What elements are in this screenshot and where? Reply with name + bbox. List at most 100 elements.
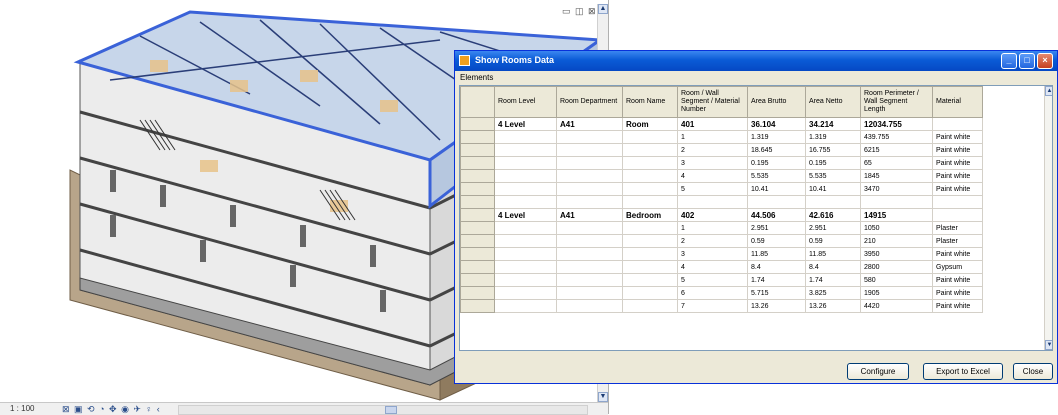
cell-number[interactable]: 4: [677, 260, 748, 274]
cell-perimeter[interactable]: 1050: [860, 221, 933, 235]
cell-room-department[interactable]: [556, 299, 623, 313]
cell-area-netto[interactable]: 34.214: [805, 117, 861, 131]
cell-room-name[interactable]: [622, 299, 678, 313]
cell-room-department[interactable]: [556, 195, 623, 209]
cell-room-name[interactable]: [622, 182, 678, 196]
column-header-area-netto[interactable]: Area Netto: [805, 86, 861, 118]
cell-material[interactable]: Plaster: [932, 234, 983, 248]
row-selector[interactable]: [460, 247, 495, 261]
maximize-icon[interactable]: □: [1019, 53, 1035, 69]
table-row[interactable]: 4 5.535 5.535 1845 Paint white: [460, 169, 983, 183]
row-selector[interactable]: [460, 143, 495, 157]
menu-elements[interactable]: Elements: [460, 73, 493, 82]
cell-number[interactable]: 3: [677, 247, 748, 261]
table-row[interactable]: 7 13.26 13.26 4420 Paint white: [460, 299, 983, 313]
row-selector[interactable]: [460, 182, 495, 196]
cell-area-netto[interactable]: 0.195: [805, 156, 861, 170]
cell-room-name[interactable]: [622, 195, 678, 209]
cell-room-level[interactable]: 4 Level: [494, 208, 557, 222]
cell-area-brutto[interactable]: 36.104: [747, 117, 806, 131]
table-row[interactable]: 4 Level A41 Room 401 36.104 34.214 12034.755: [460, 117, 983, 131]
table-row[interactable]: 4 8.4 8.4 2800 Gypsum: [460, 260, 983, 274]
cell-number[interactable]: 1: [677, 130, 748, 144]
cell-room-department[interactable]: [556, 182, 623, 196]
cell-perimeter[interactable]: 12034.755: [860, 117, 933, 131]
table-row[interactable]: [460, 195, 983, 209]
cell-area-brutto[interactable]: 5.535: [747, 169, 806, 183]
close-icon[interactable]: ×: [1037, 53, 1053, 69]
column-header-material[interactable]: Material: [932, 86, 983, 118]
row-selector[interactable]: [460, 273, 495, 287]
cell-room-name[interactable]: [622, 130, 678, 144]
row-selector[interactable]: [460, 208, 495, 222]
cell-number[interactable]: 1: [677, 221, 748, 235]
cell-area-brutto[interactable]: 10.41: [747, 182, 806, 196]
cell-number[interactable]: 7: [677, 299, 748, 313]
cell-area-brutto[interactable]: 8.4: [747, 260, 806, 274]
cell-area-brutto[interactable]: 1.74: [747, 273, 806, 287]
cell-area-brutto[interactable]: 11.85: [747, 247, 806, 261]
cell-room-department[interactable]: [556, 143, 623, 157]
cell-area-brutto[interactable]: 0.195: [747, 156, 806, 170]
cell-area-netto[interactable]: 42.616: [805, 208, 861, 222]
cell-room-level[interactable]: [494, 273, 557, 287]
cell-area-netto[interactable]: 1.74: [805, 273, 861, 287]
cell-material[interactable]: Paint white: [932, 286, 983, 300]
scroll-down-icon[interactable]: ▼: [598, 392, 608, 402]
cell-material[interactable]: Paint white: [932, 247, 983, 261]
column-header-room-name[interactable]: Room Name: [622, 86, 678, 118]
grid-scroll-up-icon[interactable]: ▲: [1045, 86, 1052, 96]
row-selector[interactable]: [460, 299, 495, 313]
cell-number[interactable]: 5: [677, 182, 748, 196]
cell-material[interactable]: Paint white: [932, 130, 983, 144]
table-row[interactable]: 3 11.85 11.85 3950 Paint white: [460, 247, 983, 261]
cell-room-level[interactable]: [494, 143, 557, 157]
cell-material[interactable]: Paint white: [932, 156, 983, 170]
cell-room-department[interactable]: [556, 234, 623, 248]
cell-area-brutto[interactable]: 5.715: [747, 286, 806, 300]
view-scale[interactable]: 1 : 100: [10, 404, 34, 413]
cell-material[interactable]: Paint white: [932, 299, 983, 313]
cell-room-name[interactable]: [622, 286, 678, 300]
cell-room-department[interactable]: A41: [556, 117, 623, 131]
cell-room-name[interactable]: [622, 143, 678, 157]
cell-room-level[interactable]: [494, 156, 557, 170]
cell-area-brutto[interactable]: 13.26: [747, 299, 806, 313]
close-button[interactable]: Close: [1013, 363, 1053, 380]
cell-area-netto[interactable]: 2.951: [805, 221, 861, 235]
column-header-room-level[interactable]: Room Level: [494, 86, 557, 118]
cell-material[interactable]: Paint white: [932, 169, 983, 183]
cell-area-netto[interactable]: 16.755: [805, 143, 861, 157]
row-selector[interactable]: [460, 286, 495, 300]
cell-perimeter[interactable]: 3950: [860, 247, 933, 261]
cell-room-level[interactable]: [494, 195, 557, 209]
minimize-icon[interactable]: _: [1001, 53, 1017, 69]
row-selector[interactable]: [460, 234, 495, 248]
cell-material[interactable]: [932, 195, 983, 209]
cell-perimeter[interactable]: 439.755: [860, 130, 933, 144]
table-row[interactable]: 5 1.74 1.74 580 Paint white: [460, 273, 983, 287]
row-selector[interactable]: [460, 169, 495, 183]
scroll-thumb[interactable]: [385, 406, 397, 414]
table-row[interactable]: 3 0.195 0.195 65 Paint white: [460, 156, 983, 170]
cell-room-level[interactable]: [494, 286, 557, 300]
column-header-area-brutto[interactable]: Area Brutto: [747, 86, 806, 118]
table-row[interactable]: 2 18.645 16.755 6215 Paint white: [460, 143, 983, 157]
cell-area-netto[interactable]: 1.319: [805, 130, 861, 144]
cell-room-level[interactable]: [494, 247, 557, 261]
cell-material[interactable]: Plaster: [932, 221, 983, 235]
column-header-room-department[interactable]: Room Department: [556, 86, 623, 118]
row-selector[interactable]: [460, 117, 495, 131]
column-header-number[interactable]: Room / Wall Segment / Material Number: [677, 86, 748, 118]
cell-material[interactable]: [932, 208, 983, 222]
cell-room-name[interactable]: Bedroom: [622, 208, 678, 222]
cell-room-name[interactable]: Room: [622, 117, 678, 131]
cell-room-level[interactable]: [494, 299, 557, 313]
cell-room-level[interactable]: [494, 130, 557, 144]
cell-number[interactable]: 5: [677, 273, 748, 287]
view-window-controls[interactable]: ▭ ◫ ⊠: [562, 6, 597, 17]
cell-room-department[interactable]: [556, 156, 623, 170]
cell-room-department[interactable]: [556, 247, 623, 261]
cell-number[interactable]: 2: [677, 143, 748, 157]
cell-number[interactable]: 6: [677, 286, 748, 300]
